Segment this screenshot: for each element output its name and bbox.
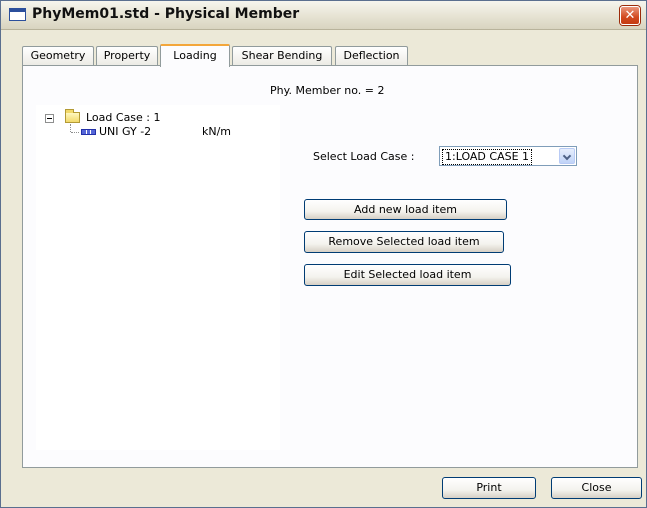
chevron-down-icon[interactable] bbox=[559, 148, 575, 164]
window-title: PhyMem01.std - Physical Member bbox=[32, 6, 300, 22]
close-button[interactable]: Close bbox=[551, 477, 642, 499]
tree-item-load[interactable]: UNI GY -2 bbox=[99, 125, 151, 138]
tree-connector bbox=[70, 124, 72, 132]
remove-load-item-button[interactable]: Remove Selected load item bbox=[304, 231, 504, 253]
folder-icon bbox=[65, 109, 80, 123]
tree-item-load-unit: kN/m bbox=[202, 125, 232, 138]
tab-property[interactable]: Property bbox=[96, 46, 158, 65]
tab-loading[interactable]: Loading bbox=[160, 44, 230, 67]
tree-item-load-case[interactable]: Load Case : 1 bbox=[86, 111, 161, 124]
load-case-select-value: 1:LOAD CASE 1 bbox=[442, 149, 533, 165]
window-icon bbox=[9, 8, 26, 21]
load-case-select[interactable]: 1:LOAD CASE 1 bbox=[439, 146, 577, 166]
tab-deflection[interactable]: Deflection bbox=[335, 46, 408, 65]
tab-geometry[interactable]: Geometry bbox=[22, 46, 94, 65]
edit-load-item-button[interactable]: Edit Selected load item bbox=[304, 264, 511, 286]
print-button[interactable]: Print bbox=[442, 477, 536, 499]
member-number-label: Phy. Member no. = 2 bbox=[270, 84, 385, 97]
title-bar[interactable]: PhyMem01.std - Physical Member ✕ bbox=[1, 1, 646, 30]
select-load-case-label: Select Load Case : bbox=[313, 150, 415, 163]
tab-shear-bending[interactable]: Shear Bending bbox=[232, 46, 332, 65]
tree-connector bbox=[71, 132, 79, 134]
add-load-item-button[interactable]: Add new load item bbox=[304, 199, 507, 220]
load-case-tree[interactable]: Load Case : 1 UNI GY -2 kN/m bbox=[36, 105, 280, 450]
uniform-load-icon bbox=[81, 129, 96, 135]
close-icon[interactable]: ✕ bbox=[620, 6, 640, 25]
collapse-icon[interactable] bbox=[45, 114, 54, 123]
